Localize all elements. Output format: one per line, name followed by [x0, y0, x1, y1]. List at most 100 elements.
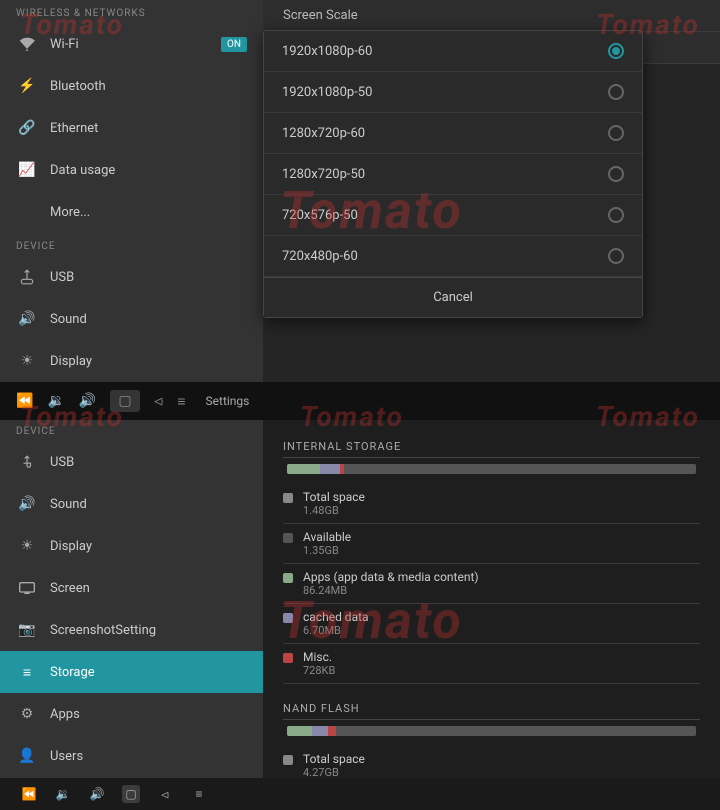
- screen-icon-mid[interactable]: ▢: [110, 390, 139, 412]
- apps-value: 86.24MB: [303, 584, 479, 597]
- ethernet-icon: 🔗: [16, 117, 38, 139]
- sound-icon-bottom: 🔊: [16, 493, 38, 515]
- nand-total-label: Total space: [303, 752, 365, 766]
- option-1920x1080p-60[interactable]: 1920x1080p-60: [264, 31, 642, 72]
- sidebar-item-screenshot-bottom[interactable]: 📷 ScreenshotSetting: [0, 609, 263, 651]
- available-label: Available: [303, 530, 351, 544]
- vol-down-icon-mid[interactable]: 🔉: [47, 393, 64, 409]
- nand-flash-header: NAND FLASH: [283, 694, 700, 720]
- radio-3: [608, 166, 624, 182]
- bottom-taskbar: ⏪ 🔉 🔊 ▢ ⏿ ≡: [0, 778, 720, 810]
- option-720x576p-50[interactable]: 720x576p-50: [264, 195, 642, 236]
- wireless-section-label: WIRELESS & NETWORKS: [0, 0, 263, 23]
- misc-row: Misc. 728KB: [283, 644, 700, 684]
- usb-label-top: USB: [50, 270, 74, 285]
- radio-2: [608, 125, 624, 141]
- option-1280x720p-50[interactable]: 1280x720p-50: [264, 154, 642, 195]
- storage-icon-bottom: ≡: [16, 661, 38, 683]
- available-dot: [283, 533, 293, 543]
- apps-dot: [283, 573, 293, 583]
- sidebar-item-data-usage[interactable]: 📈 Data usage: [0, 149, 263, 191]
- misc-label: Misc.: [303, 650, 335, 664]
- back-icon-bottom[interactable]: ⏪: [20, 785, 38, 803]
- available-row: Available 1.35GB: [283, 524, 700, 564]
- power-icon-mid[interactable]: ⏿: [154, 393, 164, 409]
- camera-icon-bottom: 📷: [16, 619, 38, 641]
- settings-label-mid: Settings: [206, 394, 250, 408]
- storage-bar-container: [283, 464, 700, 474]
- back-icon-mid[interactable]: ⏪: [16, 393, 33, 409]
- cancel-button[interactable]: Cancel: [264, 277, 642, 317]
- sidebar-item-storage-bottom[interactable]: ≡ Storage: [0, 651, 263, 693]
- sidebar-item-wifi[interactable]: Wi-Fi ON: [0, 23, 263, 65]
- sound-label-bottom: Sound: [50, 497, 87, 512]
- sidebar-item-screen-bottom[interactable]: Screen: [0, 567, 263, 609]
- sidebar-item-sound-top[interactable]: 🔊 Sound: [0, 298, 263, 340]
- screen-scale-label: Screen Scale: [283, 8, 358, 23]
- vol-down-icon-bottom[interactable]: 🔉: [54, 785, 72, 803]
- sound-icon-top: 🔊: [16, 308, 38, 330]
- screen-icon-bottom[interactable]: ▢: [122, 785, 140, 803]
- cached-label: cached data: [303, 610, 369, 624]
- sidebar-item-sound-bottom[interactable]: 🔊 Sound: [0, 483, 263, 525]
- misc-dot: [283, 653, 293, 663]
- wifi-toggle[interactable]: ON: [221, 37, 247, 52]
- total-space-value: 1.48GB: [303, 504, 365, 517]
- option-720x480p-60[interactable]: 720x480p-60: [264, 236, 642, 277]
- more-label: More...: [50, 205, 90, 220]
- sound-label-top: Sound: [50, 312, 87, 327]
- total-space-label: Total space: [303, 490, 365, 504]
- internal-storage-header: INTERNAL STORAGE: [283, 432, 700, 458]
- device-section-label-bottom: DEVICE: [0, 420, 263, 441]
- option-label-0: 1920x1080p-60: [282, 44, 372, 59]
- menu-icon-bottom[interactable]: ≡: [190, 785, 208, 803]
- option-label-4: 720x576p-50: [282, 208, 358, 223]
- option-1920x1080p-50[interactable]: 1920x1080p-50: [264, 72, 642, 113]
- radio-1: [608, 84, 624, 100]
- sidebar-item-apps[interactable]: ⚙ Apps: [0, 693, 263, 735]
- screen-scale-header: Screen Scale: [263, 0, 720, 32]
- sidebar-item-usb-top[interactable]: USB: [0, 256, 263, 298]
- nand-total-dot: [283, 755, 293, 765]
- apps-label: Apps (app data & media content): [303, 570, 479, 584]
- screenshot-label-bottom: ScreenshotSetting: [50, 623, 156, 638]
- nand-bar-cached: [312, 726, 328, 736]
- cached-row: cached data 6.70MB: [283, 604, 700, 644]
- upper-sidebar: WIRELESS & NETWORKS Wi-Fi ON ⚡ Bluetooth…: [0, 0, 263, 420]
- display-icon-top: ☀: [16, 350, 38, 372]
- usb-label-bottom: USB: [50, 455, 74, 470]
- sidebar-item-bluetooth[interactable]: ⚡ Bluetooth: [0, 65, 263, 107]
- power-icon-bottom[interactable]: ⏿: [156, 785, 174, 803]
- sidebar-item-display-top[interactable]: ☀ Display: [0, 340, 263, 382]
- menu-icon-mid[interactable]: ≡: [177, 393, 185, 410]
- apps-row: Apps (app data & media content) 86.24MB: [283, 564, 700, 604]
- vol-up-icon-mid[interactable]: 🔊: [79, 393, 96, 409]
- sidebar-item-ethernet[interactable]: 🔗 Ethernet: [0, 107, 263, 149]
- storage-label-bottom: Storage: [50, 665, 95, 680]
- sidebar-item-users[interactable]: 👤 Users: [0, 735, 263, 777]
- wifi-icon: [16, 33, 38, 55]
- sidebar-item-usb-bottom[interactable]: USB: [0, 441, 263, 483]
- radio-0: [608, 43, 624, 59]
- sidebar-item-more-top[interactable]: More...: [0, 191, 263, 233]
- users-icon: 👤: [16, 745, 38, 767]
- data-icon: 📈: [16, 159, 38, 181]
- vol-up-icon-bottom[interactable]: 🔊: [88, 785, 106, 803]
- screen-icon-bottom: [16, 577, 38, 599]
- cached-value: 6.70MB: [303, 624, 369, 637]
- bar-apps: [287, 464, 320, 474]
- users-label: Users: [50, 749, 83, 764]
- option-1280x720p-60[interactable]: 1280x720p-60: [264, 113, 642, 154]
- radio-4: [608, 207, 624, 223]
- apps-label: Apps: [50, 707, 80, 722]
- more-icon: [16, 201, 38, 223]
- sidebar-item-display-bottom[interactable]: ☀ Display: [0, 525, 263, 567]
- screen-label-bottom: Screen: [50, 581, 90, 596]
- ethernet-label: Ethernet: [50, 121, 98, 136]
- available-value: 1.35GB: [303, 544, 351, 557]
- usb-icon-top: [16, 266, 38, 288]
- apps-icon: ⚙: [16, 703, 38, 725]
- nand-bar-apps: [287, 726, 312, 736]
- resolution-dropdown: 1920x1080p-60 1920x1080p-50 1280x720p-60…: [263, 30, 643, 318]
- display-label-top: Display: [50, 354, 92, 369]
